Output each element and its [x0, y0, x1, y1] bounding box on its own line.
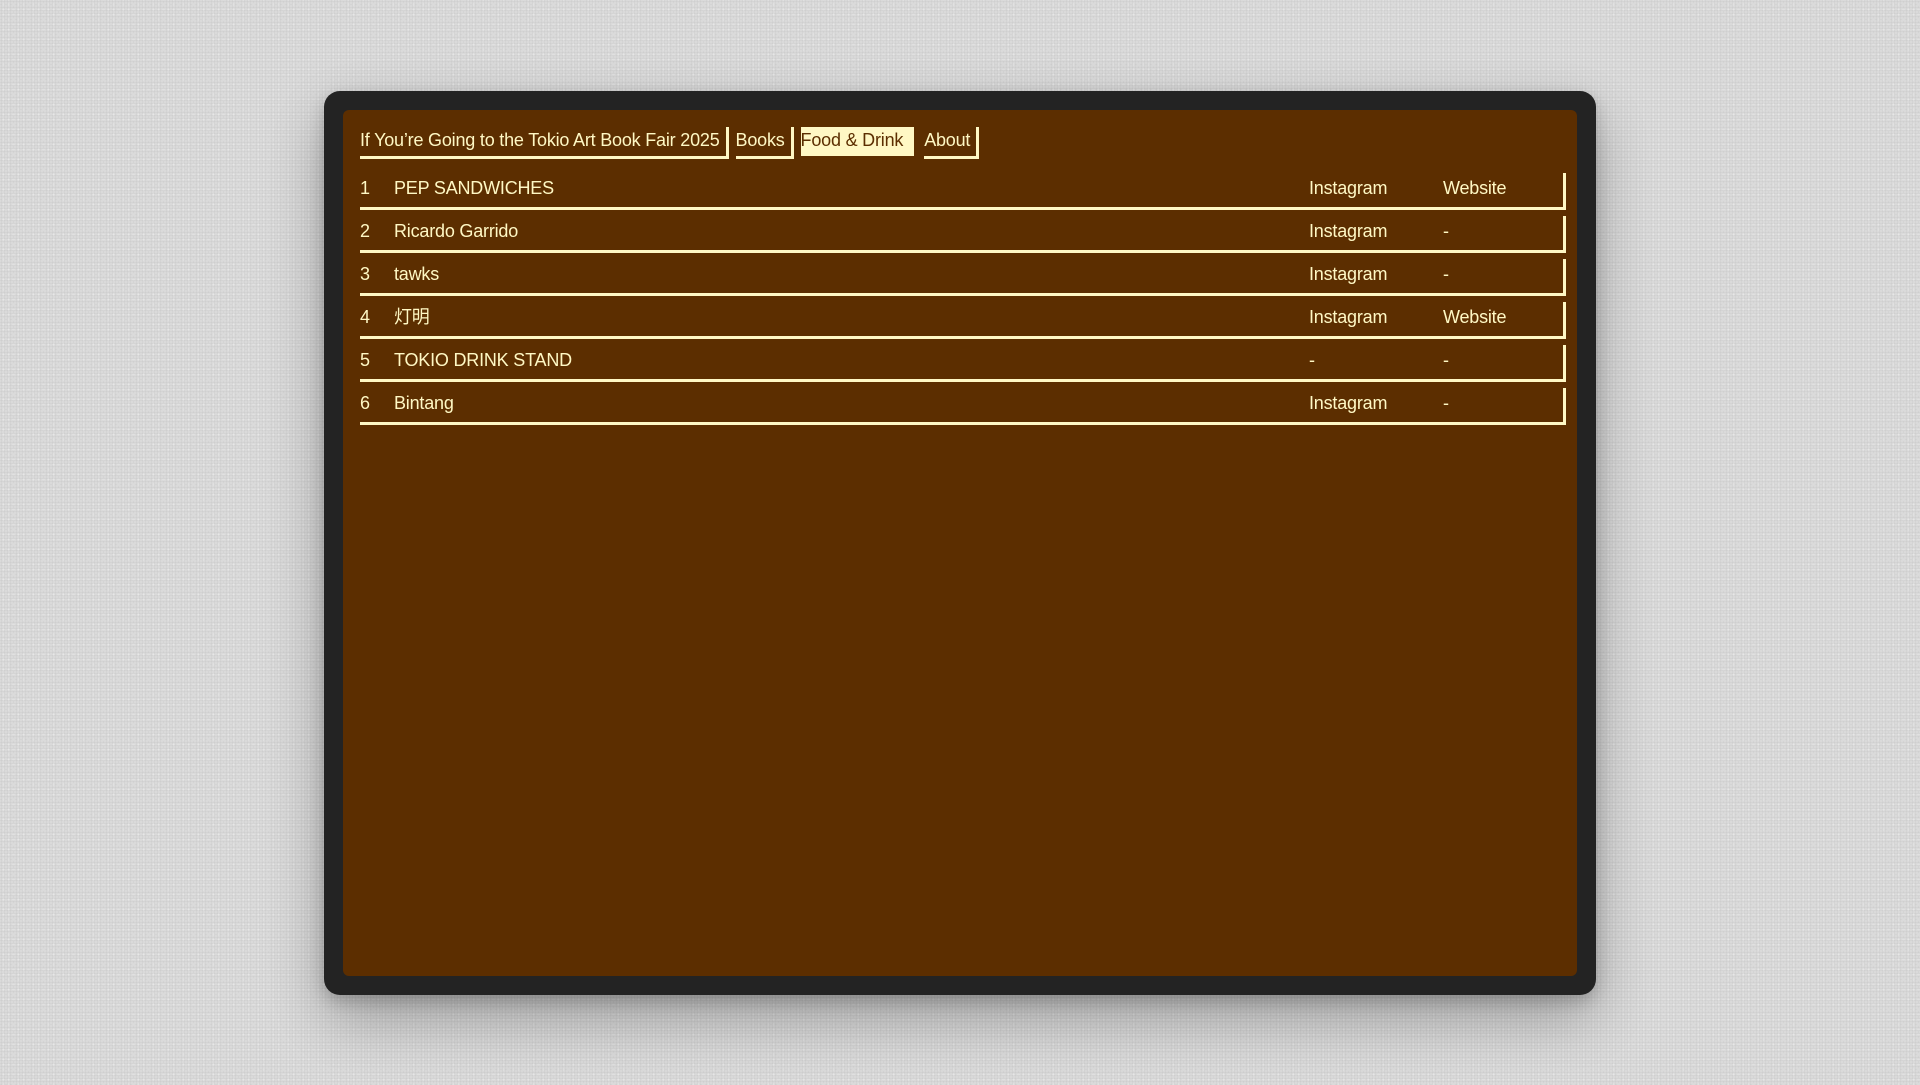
item-name: tawks: [394, 264, 440, 284]
list-item: 6 Bintang Instagram -: [360, 388, 1566, 425]
item-number: 6: [360, 393, 370, 413]
food-drink-list: 1 PEP SANDWICHES Instagram Website 2 Ric…: [360, 173, 1566, 431]
website-placeholder: -: [1443, 393, 1449, 413]
website-placeholder: -: [1443, 221, 1449, 241]
item-name: Bintang: [394, 393, 454, 413]
list-item: 5 TOKIO DRINK STAND - -: [360, 345, 1566, 382]
item-number: 3: [360, 264, 370, 284]
website-placeholder: -: [1443, 350, 1449, 370]
top-nav: If You’re Going to the Tokio Art Book Fa…: [360, 127, 980, 159]
list-item: 1 PEP SANDWICHES Instagram Website: [360, 173, 1566, 210]
item-number: 5: [360, 350, 370, 370]
website-placeholder: -: [1443, 264, 1449, 284]
site-title-link[interactable]: If You’re Going to the Tokio Art Book Fa…: [360, 127, 729, 159]
item-name: TOKIO DRINK STAND: [394, 350, 572, 370]
nav-about[interactable]: About: [924, 127, 980, 159]
device-frame: If You’re Going to the Tokio Art Book Fa…: [324, 91, 1596, 995]
nav-books[interactable]: Books: [735, 127, 794, 159]
item-name: 灯明: [394, 307, 430, 327]
item-number: 4: [360, 307, 370, 327]
instagram-link[interactable]: Instagram: [1309, 388, 1387, 418]
instagram-placeholder: -: [1309, 350, 1315, 370]
item-number: 2: [360, 221, 370, 241]
list-item: 3 tawks Instagram -: [360, 259, 1566, 296]
instagram-link[interactable]: Instagram: [1309, 302, 1387, 332]
item-number: 1: [360, 178, 370, 198]
item-name: Ricardo Garrido: [394, 221, 519, 241]
instagram-link[interactable]: Instagram: [1309, 216, 1387, 246]
instagram-link[interactable]: Instagram: [1309, 259, 1387, 289]
instagram-link[interactable]: Instagram: [1309, 173, 1387, 203]
screen: If You’re Going to the Tokio Art Book Fa…: [343, 110, 1577, 976]
nav-food-drink[interactable]: Food & Drink: [800, 127, 918, 159]
list-item: 2 Ricardo Garrido Instagram -: [360, 216, 1566, 253]
website-link[interactable]: Website: [1443, 302, 1506, 332]
list-item: 4 灯明 Instagram Website: [360, 302, 1566, 339]
website-link[interactable]: Website: [1443, 173, 1506, 203]
item-name: PEP SANDWICHES: [394, 178, 554, 198]
